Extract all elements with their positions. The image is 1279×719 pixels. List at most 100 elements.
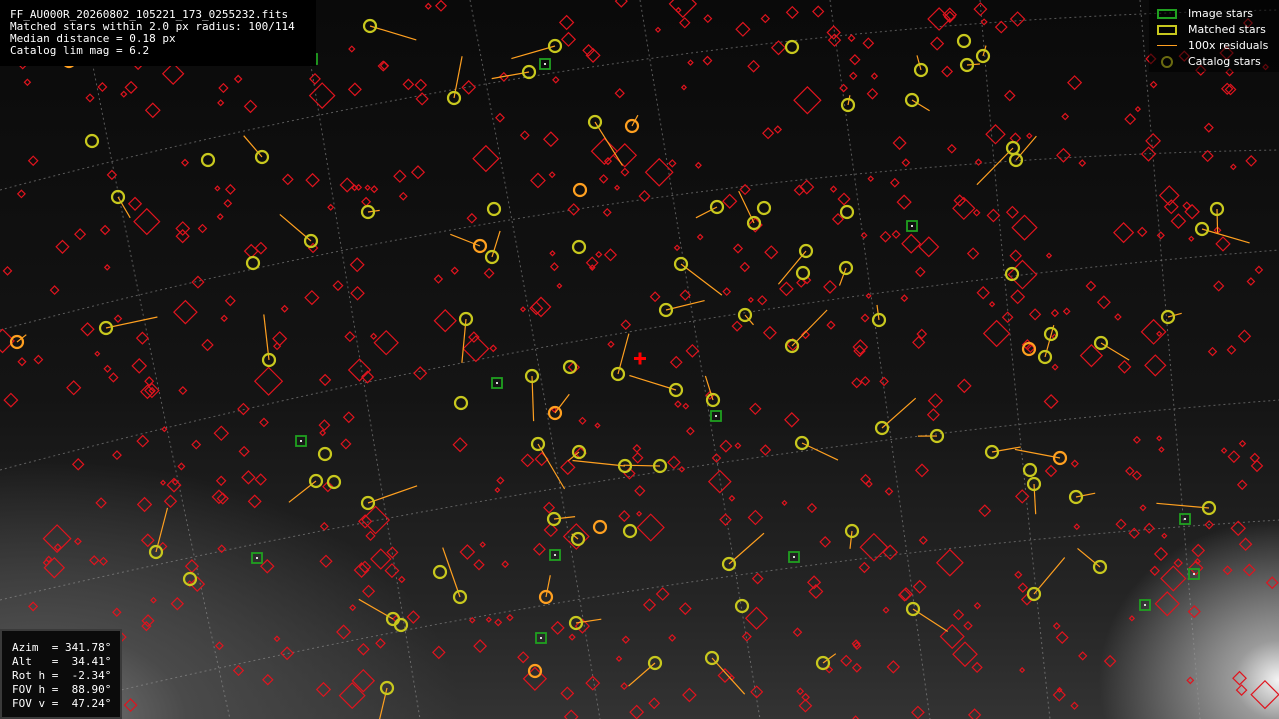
catalog-star-marker [1187, 605, 1201, 619]
catalog-star-marker [1207, 346, 1218, 357]
catalog-star-marker [1078, 651, 1088, 661]
catalog-star-marker [1149, 565, 1160, 576]
catalog-star-marker [1156, 435, 1163, 442]
catalog-star-marker [935, 548, 964, 577]
catalog-star-marker [1250, 679, 1279, 710]
catalog-star-marker [1188, 560, 1204, 576]
catalog-star-marker [319, 554, 333, 568]
catalog-star-marker [757, 295, 768, 306]
catalog-star-marker [280, 304, 289, 313]
catalog-star-marker [952, 641, 978, 668]
residual-line [1077, 547, 1101, 568]
legend-residuals: 100x residuals [1149, 39, 1279, 55]
catalog-star-marker [133, 207, 161, 236]
catalog-star-marker [319, 429, 327, 437]
catalog-star-marker [946, 143, 957, 154]
residual-line [680, 263, 723, 296]
altitude-value: Alt = 34.41° [12, 655, 112, 668]
matched-star-ring [1022, 462, 1038, 478]
catalog-star-marker [237, 402, 250, 416]
catalog-star-marker [522, 666, 548, 691]
matched-star-swatch [1157, 25, 1177, 35]
catalog-star-marker [361, 196, 372, 207]
catalog-star-marker [973, 2, 988, 17]
star-overlay [0, 0, 1279, 719]
matched-star-ring [956, 33, 972, 49]
catalog-star-marker [112, 450, 122, 461]
residual-line [572, 459, 626, 467]
catalog-star-marker [519, 306, 527, 313]
catalog-star-marker [891, 229, 901, 239]
matched-star-ring [486, 201, 502, 217]
catalog-star-marker [489, 344, 498, 353]
catalog-star-marker [413, 366, 428, 381]
catalog-star-marker [952, 609, 965, 621]
catalog-star-marker [220, 314, 228, 323]
catalog-star-marker [896, 194, 912, 210]
catalog-star-marker [112, 607, 122, 617]
catalog-star-marker [1061, 112, 1070, 121]
catalog-star-marker [98, 556, 109, 566]
catalog-star-marker [517, 651, 530, 664]
catalog-star-marker [629, 704, 645, 719]
catalog-star-marker [773, 125, 783, 134]
catalog-star-marker [673, 244, 681, 252]
catalog-star-marker [532, 542, 546, 556]
catalog-star-marker [175, 221, 191, 236]
matched-star-ring [734, 598, 750, 614]
catalog-star-marker [1245, 155, 1258, 167]
matched-star-ring [756, 200, 772, 216]
catalog-star-marker [1229, 163, 1237, 171]
catalog-star-marker [233, 74, 243, 84]
catalog-star-marker [247, 494, 262, 509]
catalog-star-marker [89, 555, 100, 566]
catalog-star-marker [318, 419, 331, 432]
catalog-star-marker [309, 72, 321, 85]
catalog-star-marker [560, 459, 576, 476]
catalog-star-marker [542, 131, 559, 148]
catalog-star-marker [1238, 537, 1253, 551]
catalog-star-marker [1056, 147, 1071, 163]
catalog-star-marker [347, 358, 372, 382]
legend-label: 100x residuals [1188, 39, 1269, 52]
catalog-star-marker [127, 196, 143, 211]
catalog-star-marker [972, 208, 981, 217]
catalog-star-marker [136, 496, 153, 513]
catalog-star-marker [434, 0, 448, 12]
catalog-star-marker [402, 78, 415, 91]
catalog-star-marker [764, 245, 779, 260]
catalog-star-marker [668, 633, 677, 642]
matched-star-ring [432, 564, 448, 580]
catalog-star-marker [136, 434, 150, 448]
catalog-star-marker [433, 274, 444, 284]
catalog-star-marker [74, 228, 87, 241]
catalog-limit: Catalog lim mag = 6.2 [10, 44, 150, 57]
catalog-star-marker [280, 646, 295, 661]
catalog-star-marker [42, 558, 51, 567]
catalog-star-marker [860, 313, 870, 323]
catalog-star-marker [667, 455, 681, 470]
catalog-star-marker [680, 84, 688, 91]
catalog-star-marker [867, 175, 875, 183]
catalog-star-marker [1044, 464, 1058, 478]
catalog-star-marker [1250, 459, 1264, 473]
catalog-star-marker [410, 165, 426, 180]
catalog-star-marker [679, 17, 691, 29]
catalog-star-marker [744, 606, 769, 630]
catalog-star-marker [642, 598, 657, 612]
catalog-star-marker [930, 36, 945, 51]
catalog-star-marker [238, 445, 250, 457]
matched-star-ring [622, 523, 638, 539]
catalog-star-marker [318, 373, 332, 387]
catalog-star-marker [1191, 543, 1206, 558]
catalog-star-marker [350, 285, 365, 301]
catalog-star-marker [741, 631, 752, 642]
catalog-star-marker [1235, 684, 1248, 696]
catalog-star-marker [860, 473, 872, 485]
catalog-star-marker [986, 208, 1001, 223]
catalog-star-marker [976, 286, 990, 300]
residual-line [243, 135, 263, 158]
matched-star-ring [245, 255, 261, 271]
catalog-star-marker [988, 301, 996, 308]
catalog-star-marker [784, 412, 800, 428]
